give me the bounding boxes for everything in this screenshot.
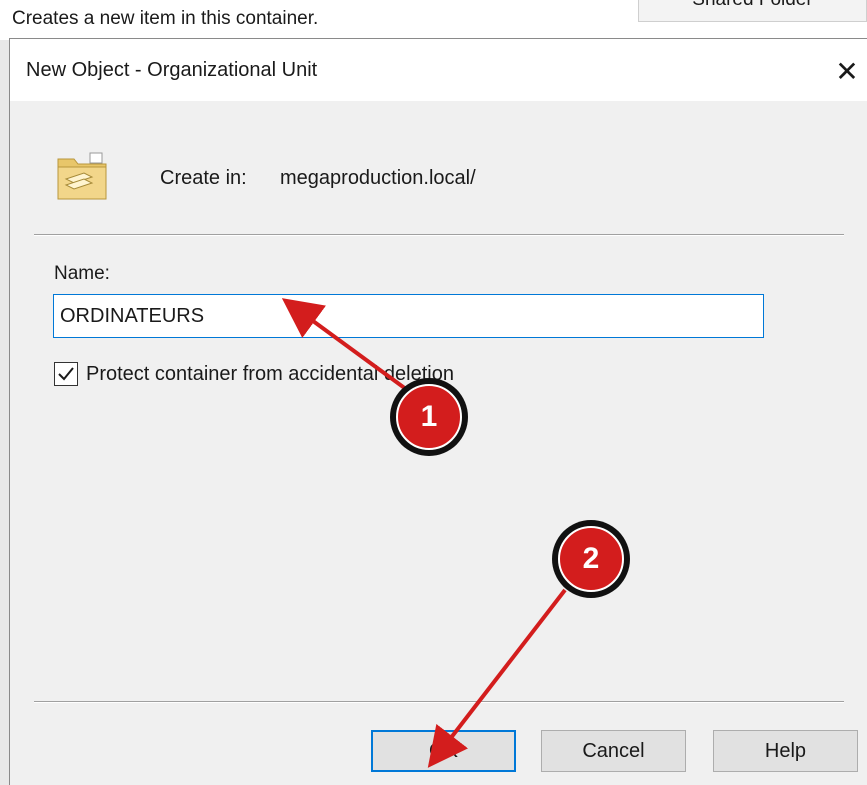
step-2-label: 2: [558, 526, 624, 592]
cancel-button[interactable]: Cancel: [541, 730, 686, 772]
background-tree-strip: [0, 40, 9, 785]
protect-checkbox[interactable]: [54, 362, 78, 386]
dialog-title: New Object - Organizational Unit: [26, 59, 318, 81]
organizational-unit-folder-icon: [57, 152, 107, 200]
close-icon: ✕: [835, 55, 859, 87]
step-1-badge: 1: [390, 378, 468, 456]
status-bar-text: Creates a new item in this container.: [12, 8, 319, 29]
shared-folder-button[interactable]: Shared Folder: [638, 0, 867, 22]
create-in-label: Create in:: [160, 167, 247, 189]
checkmark-icon: [58, 367, 74, 381]
divider-top: [34, 234, 844, 236]
help-button[interactable]: Help: [713, 730, 858, 772]
close-button[interactable]: ✕: [827, 51, 867, 91]
step-1-label: 1: [396, 384, 462, 450]
divider-bottom: [34, 701, 844, 703]
name-input[interactable]: [53, 294, 764, 338]
ok-button[interactable]: OK: [371, 730, 516, 772]
dialog-titlebar: New Object - Organizational Unit ✕: [10, 39, 867, 101]
name-label: Name:: [54, 263, 110, 284]
create-in-value: megaproduction.local/: [280, 167, 476, 189]
step-2-badge: 2: [552, 520, 630, 598]
protect-checkbox-label[interactable]: Protect container from accidental deleti…: [86, 363, 454, 386]
